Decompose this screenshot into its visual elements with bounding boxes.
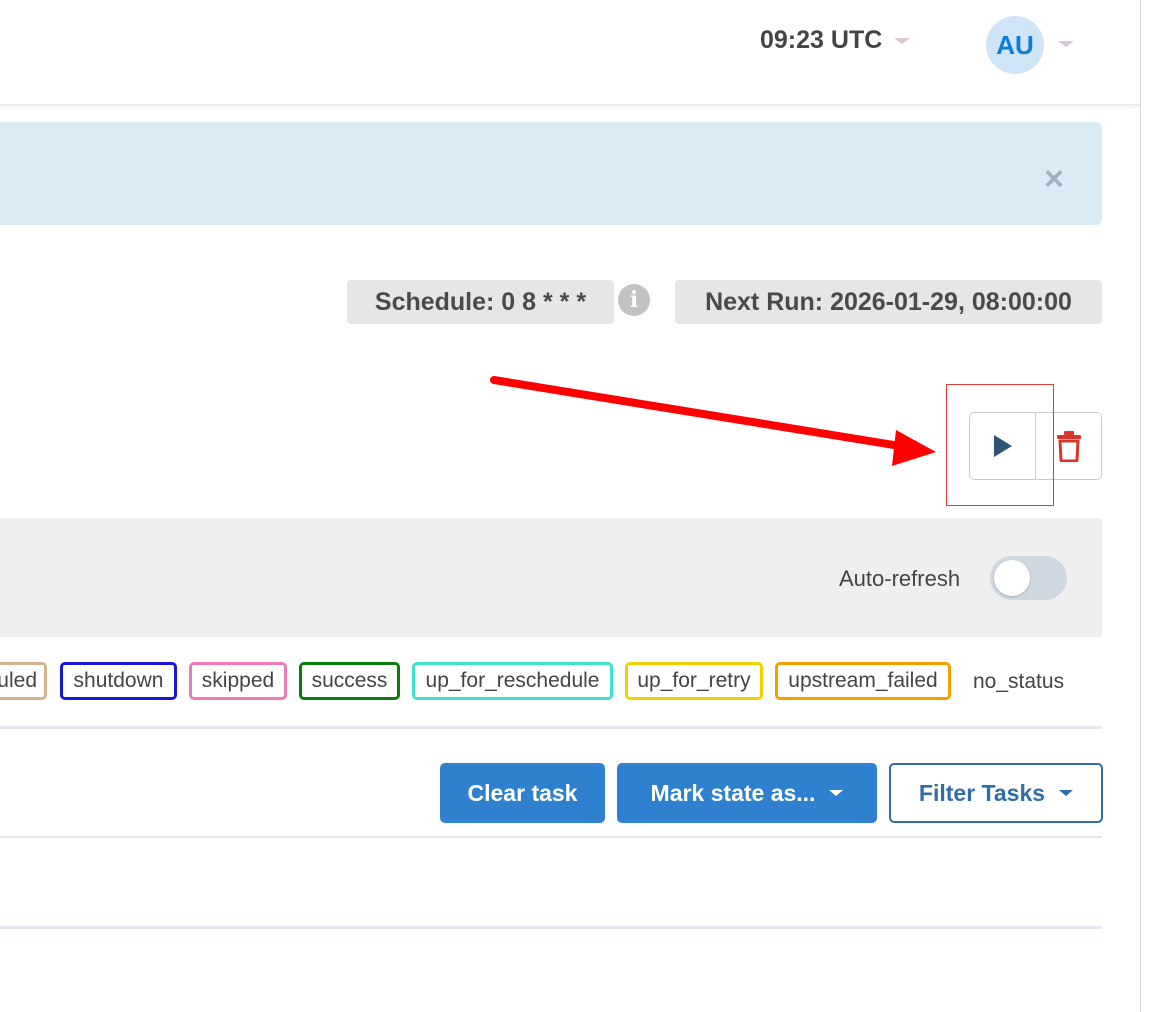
- legend-state-shutdown[interactable]: shutdown: [60, 662, 177, 700]
- clear-task-button[interactable]: Clear task: [440, 763, 605, 823]
- legend-state-upstream-failed[interactable]: upstream_failed: [775, 662, 951, 700]
- filter-tasks-label: Filter Tasks: [918, 779, 1046, 806]
- annotation-arrow: [490, 376, 936, 466]
- legend-label: up_for_retry: [637, 669, 751, 692]
- clear-task-label: Clear task: [467, 779, 578, 806]
- legend-label: success: [311, 669, 388, 692]
- legend-state-skipped[interactable]: skipped: [189, 662, 287, 700]
- legend-state-no-status[interactable]: no_status: [973, 670, 1064, 694]
- legend-label: shutdown: [73, 669, 164, 692]
- filter-tasks-dropdown[interactable]: Filter Tasks: [889, 763, 1103, 823]
- mark-state-label: Mark state as...: [650, 779, 816, 806]
- divider: [0, 836, 1102, 838]
- mark-state-dropdown[interactable]: Mark state as...: [617, 763, 877, 823]
- legend-label: skipped: [201, 669, 275, 692]
- divider: [0, 926, 1102, 929]
- divider: [0, 726, 1102, 729]
- legend-label: uled: [0, 669, 37, 692]
- trash-icon: [1056, 431, 1081, 462]
- annotation-highlight-box: [946, 384, 1054, 506]
- legend-label: up_for_reschedule: [425, 669, 600, 692]
- dag-page: 09:23 UTC AU × Schedule: 0 8 * * * i Nex…: [0, 0, 1150, 1012]
- legend-state-up-for-reschedule[interactable]: up_for_reschedule: [412, 662, 613, 700]
- auto-refresh-label: Auto-refresh: [839, 566, 961, 591]
- legend-label: upstream_failed: [788, 669, 938, 692]
- legend-state-scheduled[interactable]: uled: [0, 662, 47, 700]
- legend-state-success[interactable]: success: [299, 662, 400, 700]
- chevron-down-icon: [1059, 790, 1074, 796]
- legend-state-up-for-retry[interactable]: up_for_retry: [625, 662, 763, 700]
- chevron-down-icon: [829, 790, 844, 796]
- toggle-knob: [994, 560, 1030, 596]
